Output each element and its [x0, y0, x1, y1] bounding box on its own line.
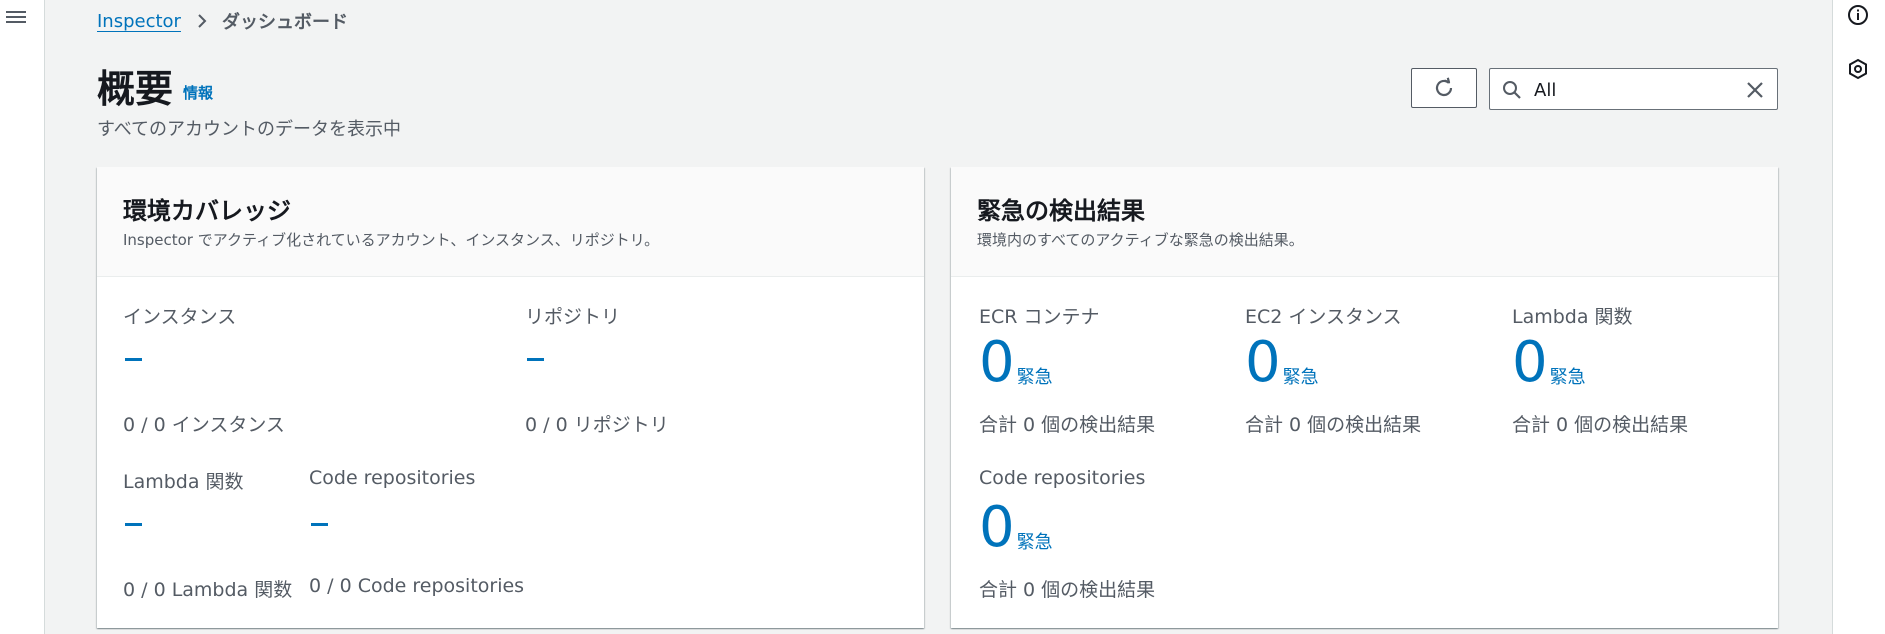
critical-count[interactable]: 0 緊急 — [1512, 335, 1586, 391]
critical-count-unit[interactable]: 緊急 — [1283, 363, 1319, 389]
metric-detail: 0 / 0 インスタンス — [123, 414, 285, 436]
metric-empty-value[interactable] — [527, 358, 544, 361]
card-subtitle: Inspector でアクティブ化されているアカウント、インスタンス、リポジトリ… — [123, 231, 660, 249]
metric-detail: 合計 0 個の検出結果 — [1245, 414, 1422, 436]
critical-count-value[interactable]: 0 — [1245, 335, 1281, 391]
metric-detail: 合計 0 個の検出結果 — [979, 579, 1156, 601]
critical-count[interactable]: 0 緊急 — [979, 500, 1053, 556]
left-nav-rail — [0, 0, 45, 634]
coverage-lambda: Lambda 関数 0 / 0 Lambda 関数 — [123, 467, 292, 601]
metric-label: Lambda 関数 — [123, 471, 244, 493]
card-header: 緊急の検出結果 環境内のすべてのアクティブな緊急の検出結果。 — [951, 167, 1778, 277]
breadcrumb-inspector-link[interactable]: Inspector — [97, 11, 181, 32]
breadcrumb: Inspector ダッシュボード — [97, 8, 348, 34]
hexagon-settings-icon[interactable] — [1847, 58, 1869, 80]
metric-detail: 合計 0 個の検出結果 — [1512, 414, 1689, 436]
metric-label: リポジトリ — [525, 306, 621, 328]
critical-lambda-functions: Lambda 関数 0 緊急 合計 0 個の検出結果 — [1512, 302, 1688, 436]
critical-ecr-containers: ECR コンテナ 0 緊急 合計 0 個の検出結果 — [979, 302, 1155, 436]
critical-ec2-instances: EC2 インスタンス 0 緊急 合計 0 個の検出結果 — [1245, 302, 1421, 436]
account-filter-search[interactable] — [1489, 68, 1778, 110]
critical-count[interactable]: 0 緊急 — [1245, 335, 1319, 391]
info-circle-icon[interactable] — [1847, 4, 1869, 26]
critical-code-repositories: Code repositories 0 緊急 合計 0 個の検出結果 — [979, 467, 1155, 601]
metric-label: インスタンス — [123, 306, 237, 328]
hamburger-menu-icon[interactable] — [6, 8, 26, 28]
metric-detail: 0 / 0 リポジトリ — [525, 414, 669, 436]
critical-count-unit[interactable]: 緊急 — [1550, 363, 1586, 389]
refresh-icon — [1435, 77, 1453, 97]
card-subtitle: 環境内のすべてのアクティブな緊急の検出結果。 — [977, 231, 1304, 249]
search-icon — [1503, 81, 1521, 99]
close-icon[interactable] — [1745, 80, 1765, 100]
metric-label: Lambda 関数 — [1512, 306, 1633, 328]
metric-label: EC2 インスタンス — [1245, 306, 1402, 328]
breadcrumb-current: ダッシュボード — [221, 12, 348, 33]
critical-count-value[interactable]: 0 — [979, 335, 1015, 391]
environment-coverage-card: 環境カバレッジ Inspector でアクティブ化されているアカウント、インスタ… — [97, 167, 924, 628]
page-title: 概要 — [97, 67, 174, 111]
metric-label: ECR コンテナ — [979, 306, 1100, 328]
refresh-button[interactable] — [1411, 68, 1477, 108]
critical-count-unit[interactable]: 緊急 — [1017, 363, 1053, 389]
metric-label: Code repositories — [309, 467, 476, 489]
card-title: 環境カバレッジ — [123, 197, 291, 225]
critical-findings-card: 緊急の検出結果 環境内のすべてのアクティブな緊急の検出結果。 ECR コンテナ … — [951, 167, 1778, 628]
critical-count-value[interactable]: 0 — [1512, 335, 1548, 391]
critical-count[interactable]: 0 緊急 — [979, 335, 1053, 391]
metric-detail: 0 / 0 Code repositories — [309, 575, 525, 597]
metric-label: Code repositories — [979, 467, 1146, 489]
right-tools-rail — [1832, 0, 1885, 634]
metric-detail: 合計 0 個の検出結果 — [979, 414, 1156, 436]
card-title: 緊急の検出結果 — [977, 197, 1145, 225]
critical-count-value[interactable]: 0 — [979, 500, 1015, 556]
metric-detail: 0 / 0 Lambda 関数 — [123, 579, 293, 601]
coverage-instances: インスタンス 0 / 0 インスタンス — [123, 302, 285, 436]
card-header: 環境カバレッジ Inspector でアクティブ化されているアカウント、インスタ… — [97, 167, 924, 277]
coverage-code-repositories: Code repositories 0 / 0 Code repositorie… — [309, 467, 524, 597]
metric-empty-value[interactable] — [125, 358, 142, 361]
metric-empty-value[interactable] — [125, 523, 142, 526]
metric-empty-value[interactable] — [311, 523, 328, 526]
coverage-repositories: リポジトリ 0 / 0 リポジトリ — [525, 302, 669, 436]
critical-count-unit[interactable]: 緊急 — [1017, 528, 1053, 554]
search-input[interactable] — [1532, 73, 1736, 107]
chevron-right-icon — [198, 14, 207, 28]
info-link[interactable]: 情報 — [183, 82, 213, 103]
page-description: すべてのアカウントのデータを表示中 — [97, 119, 402, 140]
